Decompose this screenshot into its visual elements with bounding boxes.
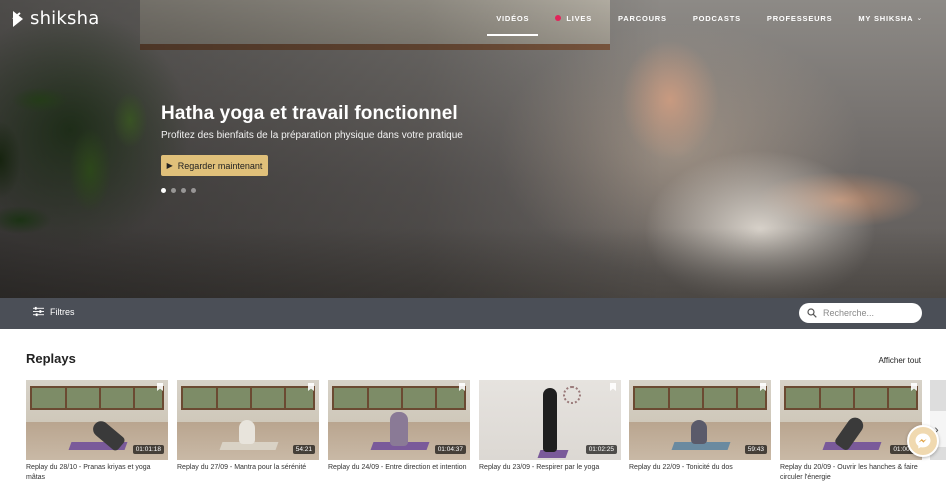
video-thumbnail[interactable]: 59:43: [629, 380, 771, 460]
search-icon: [807, 308, 817, 318]
search-input[interactable]: [823, 308, 913, 318]
video-duration: 01:01:18: [132, 445, 164, 454]
hero-banner: Hatha yoga et travail fonctionnel Profit…: [0, 0, 946, 298]
video-thumbnail[interactable]: 01:00:1: [780, 380, 922, 460]
nav-item-professeurs[interactable]: PROFESSEURS: [758, 0, 841, 36]
video-title[interactable]: Replay du 28/10 - Pranas kriyas et yoga …: [26, 463, 168, 483]
filter-bar: Filtres: [0, 298, 946, 329]
play-icon: ▶: [166, 161, 173, 170]
messenger-icon: [915, 433, 931, 449]
search-box: [799, 303, 922, 323]
hero-subtitle: Profitez des bienfaits de la préparation…: [161, 130, 463, 141]
video-thumbnail[interactable]: 01:04:37: [328, 380, 470, 460]
sliders-icon: [33, 306, 44, 317]
brand-logo[interactable]: shiksha: [10, 8, 99, 29]
video-title[interactable]: Replay du 27/09 - Mantra pour la sérénit…: [177, 463, 319, 473]
main-menu: VIDÉOS LIVES PARCOURS PODCASTS PROFESSEU…: [479, 0, 932, 36]
video-card[interactable]: 01:02:25 Replay du 23/09 - Respirer par …: [479, 380, 621, 473]
video-title[interactable]: Replay du 20/09 - Ouvrir les hanches & f…: [780, 463, 922, 483]
show-all-link[interactable]: Afficher tout: [878, 356, 921, 365]
carousel-dot[interactable]: [171, 188, 176, 193]
video-title[interactable]: Replay du 24/09 - Entre direction et int…: [328, 463, 470, 473]
logo-icon: [12, 10, 23, 27]
live-indicator-icon: [555, 15, 562, 21]
filters-button[interactable]: Filtres: [33, 306, 75, 317]
brand-name: shiksha: [30, 8, 100, 29]
hero-overlay: [0, 0, 946, 298]
replays-carousel: 01:01:18 Replay du 28/10 - Pranas kriyas…: [26, 380, 946, 500]
nav-item-my-shiksha[interactable]: MY SHIKSHA ⌄: [849, 0, 932, 36]
video-title[interactable]: Replay du 22/09 - Tonicité du dos: [629, 463, 771, 473]
hero-title: Hatha yoga et travail fonctionnel: [161, 103, 458, 124]
nav-item-parcours[interactable]: PARCOURS: [609, 0, 676, 36]
video-card[interactable]: 59:43 Replay du 22/09 - Tonicité du dos: [629, 380, 771, 473]
video-duration: 59:43: [744, 445, 767, 454]
messenger-chat-button[interactable]: [907, 425, 939, 457]
video-thumbnail[interactable]: 54:21: [177, 380, 319, 460]
top-navigation: shiksha VIDÉOS LIVES PARCOURS PODCASTS P…: [0, 0, 946, 36]
nav-label: PARCOURS: [618, 13, 667, 23]
video-card[interactable]: 01:01:18 Replay du 28/10 - Pranas kriyas…: [26, 380, 168, 483]
video-card[interactable]: 54:21 Replay du 27/09 - Mantra pour la s…: [177, 380, 319, 473]
video-thumbnail[interactable]: 01:02:25: [479, 380, 621, 460]
watch-now-button[interactable]: ▶ Regarder maintenant: [161, 155, 268, 176]
carousel-dot[interactable]: [161, 188, 166, 193]
video-duration: 01:04:37: [434, 445, 466, 454]
nav-item-podcasts[interactable]: PODCASTS: [684, 0, 750, 36]
nav-label: PROFESSEURS: [766, 13, 833, 23]
nav-label: LIVES: [566, 13, 593, 23]
nav-item-videos[interactable]: VIDÉOS: [487, 0, 539, 36]
video-card[interactable]: 01:04:37 Replay du 24/09 - Entre directi…: [328, 380, 470, 473]
chevron-down-icon: ⌄: [916, 15, 923, 22]
carousel-dot[interactable]: [191, 188, 196, 193]
carousel-dots: [161, 188, 196, 193]
nav-label: PODCASTS: [692, 13, 741, 23]
video-thumbnail[interactable]: 01:01:18: [26, 380, 168, 460]
video-card[interactable]: 01:00:1 Replay du 20/09 - Ouvrir les han…: [780, 380, 922, 483]
nav-label: VIDÉOS: [496, 13, 530, 23]
nav-item-lives[interactable]: LIVES: [546, 0, 601, 36]
nav-label: MY SHIKSHA: [858, 13, 914, 23]
watch-now-label: Regarder maintenant: [177, 160, 263, 171]
carousel-dot[interactable]: [181, 188, 186, 193]
filters-label: Filtres: [50, 306, 75, 317]
video-duration: 54:21: [292, 445, 315, 454]
section-title-replays: Replays: [26, 351, 76, 366]
video-duration: 01:02:25: [585, 445, 617, 454]
video-title[interactable]: Replay du 23/09 - Respirer par le yoga: [479, 463, 621, 473]
